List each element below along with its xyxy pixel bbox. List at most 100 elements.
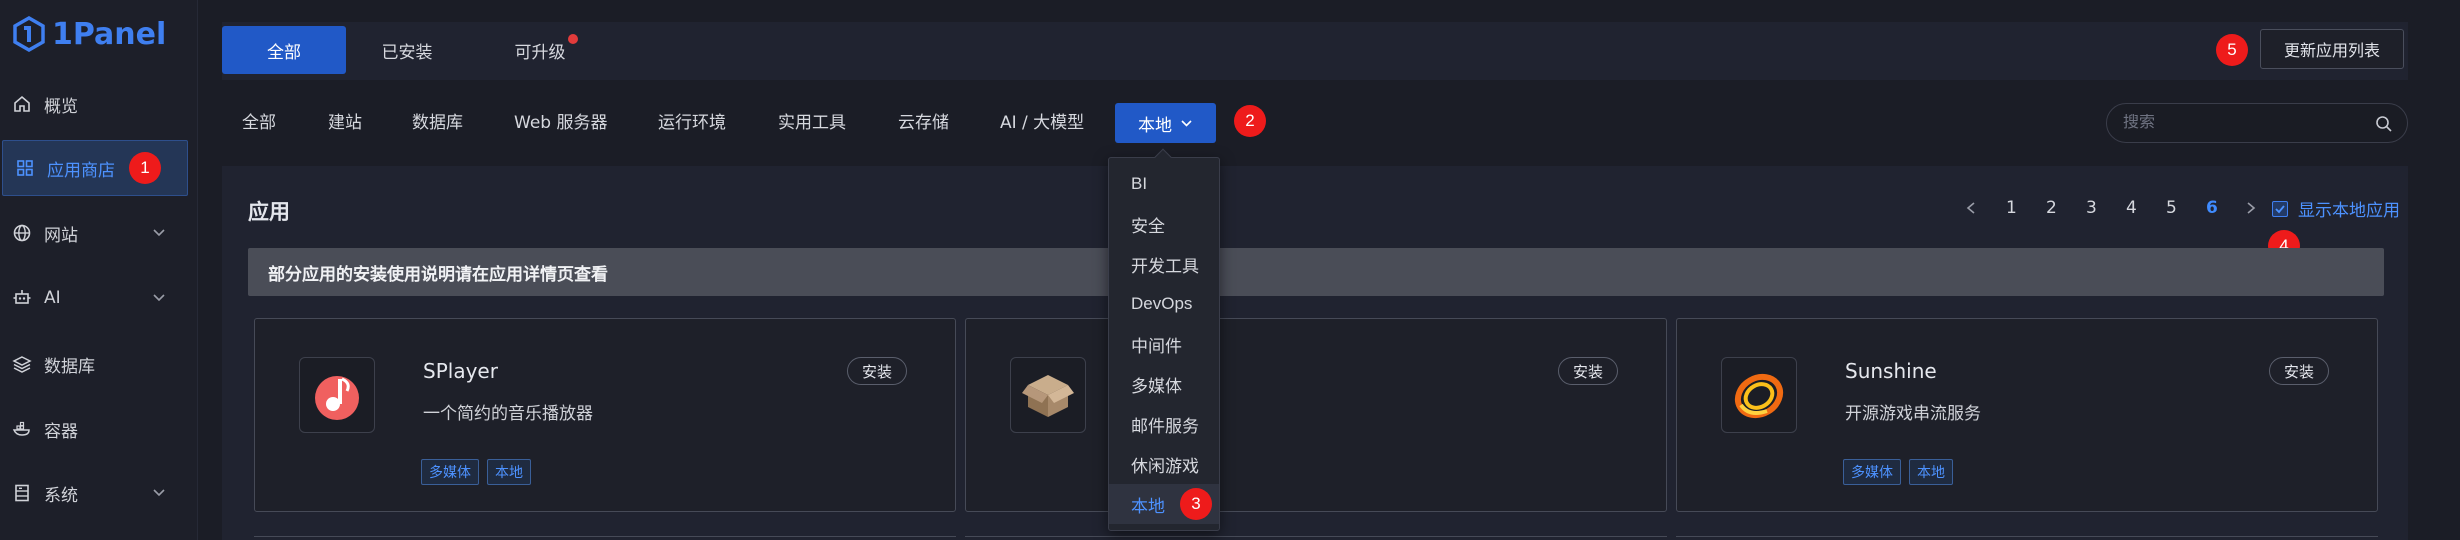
tab-installed[interactable]: 已安装: [362, 26, 452, 74]
category-filter-bar: 全部 建站 数据库 Web 服务器 运行环境 实用工具 云存储 AI / 大模型…: [222, 96, 2408, 150]
app-card-splayer[interactable]: SPlayer 一个简约的音乐播放器 安装 多媒体 本地: [254, 318, 956, 512]
category-website[interactable]: 建站: [328, 108, 362, 133]
next-page-icon[interactable]: [2244, 200, 2258, 216]
brand-logo[interactable]: 1Panel: [12, 14, 166, 54]
tag-multimedia: 多媒体: [1843, 459, 1901, 485]
install-button[interactable]: 安装: [1558, 357, 1618, 385]
checkbox-checked-icon: [2272, 200, 2288, 217]
app-name: Sunshine: [1845, 359, 1937, 383]
sidebar-item-ai[interactable]: AI: [0, 270, 198, 326]
page-2[interactable]: 2: [2046, 198, 2057, 218]
step-badge-3: 3: [1180, 488, 1212, 520]
server-icon: [10, 481, 34, 505]
chevron-down-icon: [153, 229, 165, 237]
chevron-down-icon: [153, 294, 165, 302]
sidebar-item-container[interactable]: 容器: [0, 401, 198, 457]
sidebar-item-label: 系统: [44, 485, 78, 506]
show-local-apps-label: 显示本地应用: [2298, 201, 2400, 221]
sidebar-item-database[interactable]: 数据库: [0, 336, 198, 392]
dropdown-item-multimedia[interactable]: 多媒体: [1109, 364, 1219, 404]
dropdown-item-dev-tools[interactable]: 开发工具: [1109, 244, 1219, 284]
page-4[interactable]: 4: [2126, 198, 2137, 218]
app-store-icon: [13, 156, 37, 180]
sunshine-icon: [1721, 357, 1797, 433]
category-ai[interactable]: AI / 大模型: [1000, 108, 1084, 133]
sidebar-item-label: 应用商店: [47, 160, 115, 181]
dropdown-item-security[interactable]: 安全: [1109, 204, 1219, 244]
box-icon: [1010, 357, 1086, 433]
sidebar-item-app-store[interactable]: 应用商店 1: [2, 140, 188, 196]
category-database[interactable]: 数据库: [412, 108, 463, 133]
update-app-list-button[interactable]: 更新应用列表: [2260, 29, 2404, 69]
apps-panel: 应用 1 2 3 4 5 6 显示本地应用 4 部分应用的安装使用说明请在应用详…: [222, 166, 2408, 540]
sidebar-item-system[interactable]: 系统: [0, 465, 198, 521]
sidebar-item-label: 网站: [44, 225, 78, 246]
local-category-dropdown-menu: BI 安全 开发工具 DevOps 中间件 多媒体 邮件服务 休闲游戏 本地: [1108, 148, 1220, 531]
sidebar-item-overview[interactable]: 概览: [0, 76, 198, 132]
dropdown-arrow: [1154, 148, 1172, 166]
chevron-down-icon: [1181, 119, 1192, 127]
search-box[interactable]: [2106, 103, 2408, 143]
page-5[interactable]: 5: [2166, 198, 2177, 218]
app-description: 一个简约的音乐播放器: [423, 404, 593, 424]
app-description: 开源游戏串流服务: [1845, 404, 1981, 424]
next-row-card: [965, 536, 1667, 540]
step-badge-5: 5: [2216, 34, 2248, 66]
tag-multimedia: 多媒体: [421, 459, 479, 485]
section-title: 应用: [248, 200, 290, 224]
category-runtime[interactable]: 运行环境: [658, 108, 726, 133]
install-button[interactable]: 安装: [847, 357, 907, 385]
page-3[interactable]: 3: [2086, 198, 2097, 218]
sidebar-item-label: AI: [44, 288, 61, 308]
app-card-tool[interactable]: 工具 安装 本地: [965, 318, 1667, 512]
music-note-icon: [299, 357, 375, 433]
category-cloud-storage[interactable]: 云存储: [898, 108, 949, 133]
install-button[interactable]: 安装: [2269, 357, 2329, 385]
app-tags: 多媒体 本地: [1843, 459, 1953, 485]
tab-upgradable[interactable]: 可升级: [508, 26, 578, 74]
app-card-sunshine[interactable]: Sunshine 开源游戏串流服务 安装 多媒体 本地: [1676, 318, 2378, 512]
brand-name: 1Panel: [52, 16, 167, 52]
logo-icon: [13, 16, 45, 52]
category-all[interactable]: 全部: [242, 108, 276, 133]
dropdown-item-devops[interactable]: DevOps: [1109, 284, 1219, 324]
robot-icon: [10, 286, 34, 310]
install-notice-banner: 部分应用的安装使用说明请在应用详情页查看: [248, 248, 2384, 296]
sidebar-item-label: 容器: [44, 421, 78, 442]
prev-page-icon[interactable]: [1964, 200, 1978, 216]
globe-icon: [10, 221, 34, 245]
dropdown-item-middleware[interactable]: 中间件: [1109, 324, 1219, 364]
layers-icon: [10, 352, 34, 376]
tag-local: 本地: [1909, 459, 1953, 485]
sidebar: 1Panel 概览 应用商店 1 网站 AI 数据库 容器 系统: [0, 0, 198, 540]
chevron-down-icon: [153, 489, 165, 497]
home-icon: [10, 92, 34, 116]
page-1[interactable]: 1: [2006, 198, 2017, 218]
search-icon[interactable]: [2375, 115, 2393, 133]
sidebar-item-website[interactable]: 网站: [0, 205, 198, 261]
next-row-card: [1676, 536, 2378, 540]
notification-dot: [568, 34, 578, 44]
page-6[interactable]: 6: [2206, 198, 2218, 218]
dropdown-item-mail[interactable]: 邮件服务: [1109, 404, 1219, 444]
sidebar-item-label: 数据库: [44, 356, 95, 377]
category-web-server[interactable]: Web 服务器: [514, 108, 607, 133]
sidebar-item-label: 概览: [44, 96, 78, 117]
tab-all[interactable]: 全部: [222, 26, 346, 74]
show-local-apps-checkbox[interactable]: 显示本地应用: [2272, 196, 2400, 221]
top-tab-bar: 全部 已安装 可升级 5 更新应用列表: [222, 22, 2408, 80]
search-input[interactable]: [2123, 114, 2363, 132]
category-local-label: 本地: [1138, 115, 1172, 136]
next-row-card: [254, 536, 956, 540]
tag-local: 本地: [487, 459, 531, 485]
category-local-dropdown[interactable]: 本地: [1115, 103, 1216, 143]
dropdown-item-games[interactable]: 休闲游戏: [1109, 444, 1219, 484]
step-badge-1: 1: [129, 152, 161, 184]
step-badge-2: 2: [1234, 105, 1266, 137]
app-name: SPlayer: [423, 359, 498, 383]
container-icon: [10, 417, 34, 441]
tab-label: 可升级: [514, 42, 566, 63]
category-tools[interactable]: 实用工具: [778, 108, 846, 133]
app-tags: 多媒体 本地: [421, 459, 531, 485]
dropdown-item-bi[interactable]: BI: [1109, 164, 1219, 204]
